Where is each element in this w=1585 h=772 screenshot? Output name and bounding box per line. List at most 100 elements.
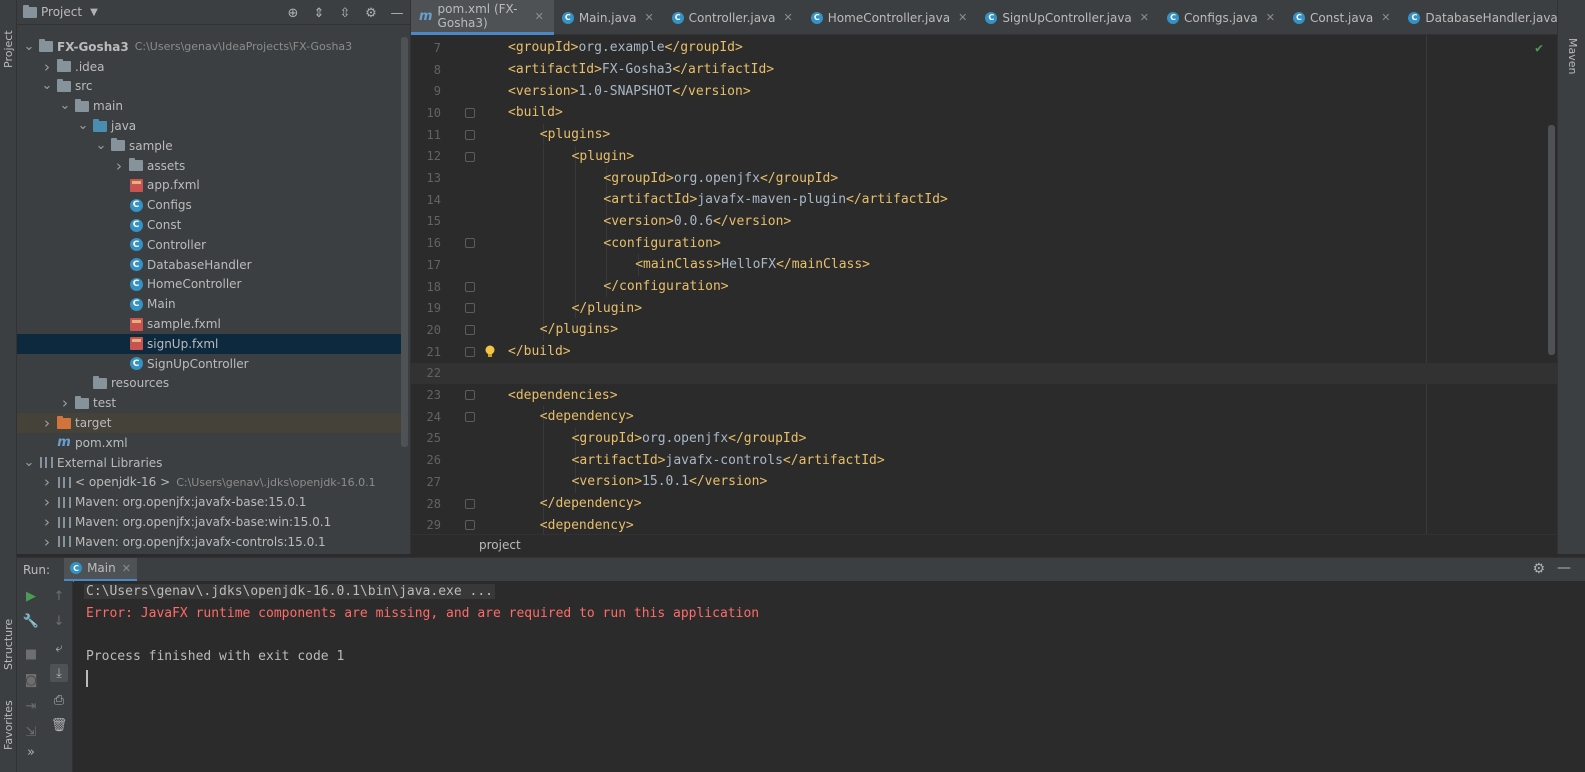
fold-marker-icon[interactable] bbox=[465, 520, 475, 531]
tree-item[interactable]: resources bbox=[17, 374, 402, 394]
chevron-right-icon[interactable]: › bbox=[41, 533, 53, 551]
maven-tool-tab[interactable]: Maven bbox=[1566, 38, 1579, 74]
arrow-down-icon[interactable]: ↓ bbox=[50, 612, 68, 630]
chevron-down-icon[interactable]: ⌄ bbox=[77, 119, 89, 132]
code-line[interactable]: 26 <artifactId>javafx-controls</artifactI… bbox=[411, 449, 1557, 471]
tree-item[interactable]: C Const bbox=[17, 215, 402, 235]
chevron-down-icon[interactable]: ⌄ bbox=[23, 40, 35, 53]
close-icon[interactable]: ✕ bbox=[1266, 11, 1275, 24]
tree-item[interactable]: signUp.fxml bbox=[17, 333, 402, 354]
console-command-line[interactable]: C:\Users\genav\.jdks\openjdk-16.0.1\bin\… bbox=[84, 584, 495, 600]
chevron-right-icon[interactable]: › bbox=[59, 394, 71, 412]
camera-icon[interactable]: ◙ bbox=[22, 671, 40, 689]
code-line[interactable]: 9 <version>1.0-SNAPSHOT</version> bbox=[411, 80, 1557, 102]
hide-panel-icon[interactable]: — bbox=[388, 4, 406, 22]
tree-item[interactable]: C SignUpController bbox=[17, 354, 402, 374]
chevron-down-icon[interactable]: ▼ bbox=[90, 7, 98, 18]
tree-item[interactable]: › test bbox=[17, 393, 402, 413]
breadcrumb[interactable]: project bbox=[411, 534, 1557, 554]
tree-item[interactable]: C Configs bbox=[17, 195, 402, 215]
trash-icon[interactable]: 🗑 bbox=[50, 716, 68, 734]
tree-item[interactable]: ⌄ FX-Gosha3 C:\Users\genav\IdeaProjects\FX… bbox=[17, 37, 402, 57]
code-line[interactable]: 7 <groupId>org.example</groupId> bbox=[411, 37, 1557, 59]
tree-item[interactable]: ⌄ External Libraries bbox=[17, 453, 402, 473]
close-icon[interactable]: ✕ bbox=[122, 562, 131, 575]
code-line[interactable]: 23 <dependencies> bbox=[411, 384, 1557, 406]
tree-item[interactable]: app.fxml bbox=[17, 176, 402, 196]
tree-item[interactable]: m pom.xml bbox=[17, 433, 402, 453]
wrench-icon[interactable]: 🔧 bbox=[22, 612, 40, 630]
login-icon[interactable]: ⇲ bbox=[22, 723, 40, 741]
close-icon[interactable]: ✕ bbox=[535, 10, 544, 23]
close-icon[interactable]: ✕ bbox=[958, 11, 967, 24]
code-line[interactable]: 19 </plugin> bbox=[411, 297, 1557, 320]
print-icon[interactable]: ⎙ bbox=[50, 691, 68, 709]
tree-item[interactable]: C Main bbox=[17, 294, 402, 314]
fold-marker-icon[interactable] bbox=[465, 108, 475, 119]
expand-all-icon[interactable]: ⇕ bbox=[310, 4, 328, 22]
stop-icon[interactable]: ■ bbox=[22, 645, 40, 663]
gear-icon[interactable]: ⚙ bbox=[1532, 561, 1545, 577]
tree-item[interactable]: › < openjdk-16 > C:\Users\genav\.jdks\open… bbox=[17, 473, 402, 493]
editor-tab[interactable]: C HomeController.java ✕ bbox=[803, 0, 978, 35]
chevron-right-icon[interactable]: › bbox=[41, 414, 53, 432]
tree-item[interactable]: ⌄ sample bbox=[17, 136, 402, 156]
chevron-down-icon[interactable]: ⌄ bbox=[41, 79, 53, 92]
code-line[interactable]: 14 <artifactId>javafx-maven-plugin</artif… bbox=[411, 188, 1557, 211]
run-console[interactable]: C:\Users\genav\.jdks\openjdk-16.0.1\bin\… bbox=[74, 581, 1585, 772]
breadcrumb-item[interactable]: project bbox=[479, 538, 521, 552]
arrow-up-icon[interactable]: ↑ bbox=[50, 587, 68, 605]
locate-target-icon[interactable]: ⊕ bbox=[284, 4, 302, 22]
code-line[interactable]: 29 <dependency> bbox=[411, 514, 1557, 534]
tree-item[interactable]: › Maven: org.openjfx:javafx-base:win:15.0… bbox=[17, 512, 402, 532]
close-icon[interactable]: ✕ bbox=[644, 11, 653, 24]
fold-marker-icon[interactable] bbox=[465, 390, 475, 401]
editor-tab[interactable]: C Controller.java ✕ bbox=[664, 0, 803, 35]
project-view-selector[interactable]: Project bbox=[41, 5, 82, 19]
chevron-down-icon[interactable]: ⌄ bbox=[23, 456, 35, 469]
soft-wrap-icon[interactable]: ⤶ bbox=[50, 639, 68, 657]
fold-marker-icon[interactable] bbox=[465, 303, 475, 314]
editor-tab[interactable]: m pom.xml (FX-Gosha3) ✕ bbox=[411, 0, 554, 35]
code-line[interactable]: 8 <artifactId>FX-Gosha3</artifactId> bbox=[411, 59, 1557, 81]
run-tab-main[interactable]: C Main ✕ bbox=[64, 557, 137, 582]
code-line[interactable]: 10 <build> bbox=[411, 102, 1557, 124]
code-editor[interactable]: ✔ 7 <groupId>org.example</groupId> 8 <artif… bbox=[411, 35, 1557, 534]
tree-item[interactable]: › .idea bbox=[17, 57, 402, 77]
fold-marker-icon[interactable] bbox=[465, 151, 475, 162]
chevron-right-icon[interactable]: › bbox=[41, 493, 53, 511]
chevron-down-icon[interactable]: ⌄ bbox=[59, 99, 71, 112]
project-tool-tab[interactable]: Project bbox=[0, 8, 17, 68]
fold-marker-icon[interactable] bbox=[465, 411, 475, 422]
project-tree-scrollbar[interactable] bbox=[401, 37, 408, 447]
code-line[interactable]: 12 <plugin> bbox=[411, 145, 1557, 168]
chevron-right-icon[interactable]: › bbox=[41, 473, 53, 491]
tree-item[interactable]: sample.fxml bbox=[17, 314, 402, 334]
tree-item[interactable]: C HomeController bbox=[17, 275, 402, 295]
fold-marker-icon[interactable] bbox=[465, 238, 475, 249]
editor-tab[interactable]: C SignUpController.java ✕ bbox=[977, 0, 1159, 35]
code-line[interactable]: 17 <mainClass>HelloFX</mainClass> bbox=[411, 254, 1557, 276]
chevron-right-icon[interactable]: › bbox=[41, 513, 53, 531]
fold-marker-icon[interactable] bbox=[465, 325, 475, 336]
exit-icon[interactable]: ⇥ bbox=[22, 697, 40, 715]
tree-item[interactable]: › target bbox=[17, 413, 402, 433]
favorites-tool-tab[interactable]: Favorites bbox=[0, 680, 17, 750]
chevron-right-icon[interactable]: › bbox=[41, 58, 53, 76]
editor-tab[interactable]: C Main.java ✕ bbox=[554, 0, 664, 35]
chevron-right-icon[interactable]: › bbox=[113, 157, 125, 175]
tree-item[interactable]: C Controller bbox=[17, 235, 402, 255]
structure-tool-tab[interactable]: Structure bbox=[0, 600, 17, 670]
tree-item[interactable]: › Maven: org.openjfx:javafx-controls:15.0… bbox=[17, 532, 402, 552]
code-line[interactable]: 20 </plugins> bbox=[411, 319, 1557, 341]
editor-tab[interactable]: C Configs.java ✕ bbox=[1159, 0, 1285, 35]
fold-marker-icon[interactable] bbox=[465, 498, 475, 509]
minimize-icon[interactable]: — bbox=[1557, 560, 1571, 576]
code-line[interactable]: 18 </configuration> bbox=[411, 275, 1557, 298]
rerun-icon[interactable]: ▶ bbox=[22, 587, 40, 605]
close-icon[interactable]: ✕ bbox=[1140, 11, 1149, 24]
tree-item[interactable]: › Maven: org.openjfx:javafx-base:15.0.1 bbox=[17, 492, 402, 512]
gear-icon[interactable]: ⚙ bbox=[362, 4, 380, 22]
code-line[interactable]: 21 </build> bbox=[411, 341, 1557, 363]
code-line[interactable]: 11 <plugins> bbox=[411, 123, 1557, 146]
